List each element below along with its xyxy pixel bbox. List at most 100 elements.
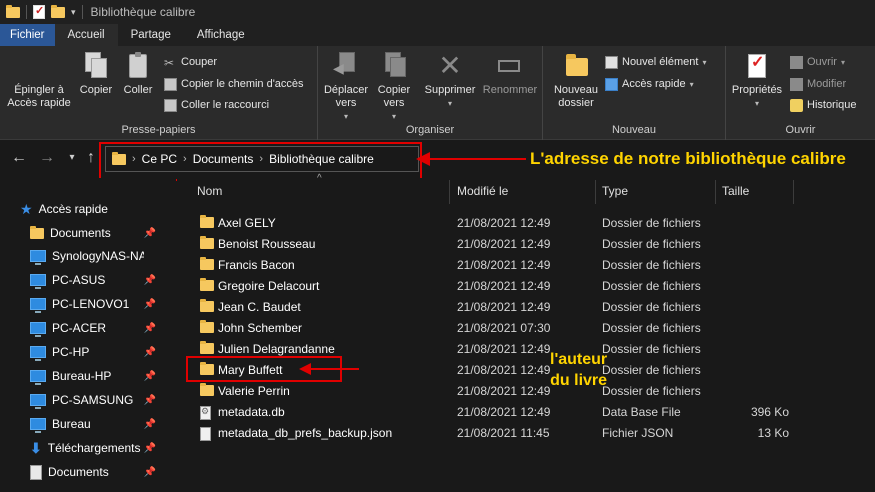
sidebar-item-bureau-hp[interactable]: Bureau-HP 📌 — [30, 365, 162, 387]
sidebar-item-pc-acer[interactable]: PC-ACER 📌 — [30, 317, 162, 339]
table-row[interactable]: Gregoire Delacourt 21/08/2021 12:49 Doss… — [177, 275, 875, 296]
tab-partage[interactable]: Partage — [118, 24, 184, 46]
forward-arrow-icon[interactable]: → — [38, 149, 56, 167]
table-row[interactable]: Benoist Rousseau 21/08/2021 12:49 Dossie… — [177, 233, 875, 254]
folder-icon — [200, 257, 214, 270]
sidebar-item-pc-hp[interactable]: PC-HP 📌 — [30, 341, 162, 363]
sidebar-item-documents[interactable]: Documents 📌 — [30, 222, 162, 244]
copy-to-icon — [381, 52, 407, 80]
file-type: Fichier JSON — [602, 426, 674, 440]
up-arrow-icon[interactable]: ↑ — [82, 149, 100, 167]
sidebar-item-telechargements[interactable]: ⬇ Téléchargements 📌 — [30, 437, 162, 459]
sidebar-item-pc-samsung[interactable]: PC-SAMSUNG 📌 — [30, 389, 162, 411]
file-size: 13 Ko — [757, 426, 789, 440]
chevron-down-icon: ▾ — [702, 57, 707, 67]
move-to-button[interactable]: ◀ Déplacer vers ▾ — [322, 52, 370, 123]
open-button[interactable]: Ouvrir ▾ — [790, 53, 845, 71]
open-icon — [790, 55, 803, 69]
table-row[interactable]: John Schember 21/08/2021 07:30 Dossier d… — [177, 317, 875, 338]
column-header-type[interactable]: Type — [602, 184, 628, 198]
column-divider[interactable] — [595, 180, 596, 204]
sidebar-item-documents-2[interactable]: Documents 📌 — [30, 461, 162, 483]
sidebar-item-label: PC-ASUS — [52, 273, 106, 287]
new-item-label: Nouvel élément — [622, 56, 699, 68]
file-name: metadata.db — [218, 405, 285, 419]
rename-button[interactable]: Renommer — [480, 52, 540, 97]
properties-button[interactable]: Propriétés ▾ — [728, 52, 786, 110]
group-label: Organiser — [405, 124, 455, 136]
file-type: Dossier de fichiers — [602, 342, 701, 356]
column-divider[interactable] — [715, 180, 716, 204]
tab-accueil[interactable]: Accueil — [54, 24, 118, 46]
paste-shortcut-button[interactable]: Coller le raccourci — [164, 96, 269, 114]
copy-button[interactable]: Copier — [76, 52, 116, 97]
sidebar-item-label: Documents — [48, 465, 109, 479]
scissors-icon: ✂ — [164, 55, 175, 70]
sidebar-item-pc-lenovo1[interactable]: PC-LENOVO1 📌 — [30, 293, 162, 315]
move-to-icon: ◀ — [333, 52, 359, 80]
download-icon: ⬇ — [30, 439, 42, 456]
column-divider[interactable] — [449, 180, 450, 204]
delete-button[interactable]: ✕ Supprimer ▾ — [420, 52, 480, 110]
table-row[interactable]: Valerie Perrin 21/08/2021 12:49 Dossier … — [177, 380, 875, 401]
file-type: Dossier de fichiers — [602, 258, 701, 272]
title-bar: ▾ Bibliothèque calibre — [0, 0, 875, 24]
sidebar-scrollbar[interactable] — [162, 178, 176, 492]
file-name: John Schember — [218, 321, 303, 335]
chevron-down-icon: ▾ — [689, 79, 694, 89]
clipboard-icon — [125, 52, 151, 80]
sidebar-item-label: PC-LENOVO1 — [52, 297, 130, 311]
tab-fichier[interactable]: Fichier — [0, 24, 55, 46]
new-folder-button[interactable]: Nouveau dossier — [549, 52, 603, 110]
sidebar-item-label: Bureau — [52, 417, 91, 431]
pin-icon: 📌 — [143, 418, 156, 430]
easy-access-button[interactable]: Accès rapide ▾ — [605, 75, 694, 93]
back-arrow-icon[interactable]: ← — [10, 149, 28, 167]
cut-button[interactable]: ✂ Couper — [164, 53, 217, 71]
tab-affichage[interactable]: Affichage — [184, 24, 258, 46]
folder-icon — [200, 299, 214, 312]
table-row[interactable]: Jean C. Baudet 21/08/2021 12:49 Dossier … — [177, 296, 875, 317]
properties-quick-icon[interactable] — [33, 4, 45, 19]
sidebar-item-pc-asus[interactable]: PC-ASUS 📌 — [30, 269, 162, 291]
sidebar-item-synologynas[interactable]: SynologyNAS-NAS — [30, 245, 162, 267]
new-item-button[interactable]: Nouvel élément ▾ — [605, 53, 706, 71]
pin-icon: 📌 — [143, 346, 156, 358]
column-divider[interactable] — [793, 180, 794, 204]
navigation-pane: ★ Accès rapide Documents 📌 SynologyNAS-N… — [0, 178, 162, 492]
copy-to-button[interactable]: Copier vers ▾ — [370, 52, 418, 123]
folder-icon — [200, 278, 214, 291]
file-type: Data Base File — [602, 405, 681, 419]
history-button[interactable]: Historique — [790, 96, 857, 114]
quick-access-dropdown-icon[interactable]: ▾ — [71, 7, 76, 18]
folder-icon — [6, 4, 20, 18]
group-presse-papiers: Épingler à Accès rapide Copier Coller ✂ … — [0, 46, 318, 140]
edit-button[interactable]: Modifier — [790, 75, 846, 93]
folder-icon — [200, 341, 214, 354]
sidebar-item-label: PC-ACER — [52, 321, 107, 335]
easy-access-icon — [605, 77, 618, 91]
table-row[interactable]: metadata.db 21/08/2021 12:49 Data Base F… — [177, 401, 875, 422]
pin-icon: 📌 — [143, 370, 156, 382]
recent-locations-chevron-icon[interactable]: ▾ — [63, 152, 81, 163]
column-header-size[interactable]: Taille — [722, 184, 749, 198]
history-label: Historique — [807, 99, 857, 111]
sidebar-item-label: Accès rapide — [38, 202, 108, 216]
column-header-modified[interactable]: Modifié le — [457, 184, 508, 198]
table-row[interactable]: Axel GELY 21/08/2021 12:49 Dossier de fi… — [177, 212, 875, 233]
monitor-icon — [30, 274, 46, 289]
new-folder-quick-icon[interactable] — [51, 4, 65, 18]
author-annotation-line1: l'auteur — [550, 351, 608, 368]
edit-icon — [790, 77, 803, 91]
table-row[interactable]: metadata_db_prefs_backup.json 21/08/2021… — [177, 422, 875, 443]
table-row[interactable]: Francis Bacon 21/08/2021 12:49 Dossier d… — [177, 254, 875, 275]
column-header-name[interactable]: Nom — [197, 184, 222, 198]
file-type: Dossier de fichiers — [602, 237, 701, 251]
copy-path-button[interactable]: Copier le chemin d'accès — [164, 75, 304, 93]
file-modified: 21/08/2021 12:49 — [457, 405, 551, 419]
paste-button[interactable]: Coller — [118, 52, 158, 97]
sidebar-item-acces-rapide[interactable]: ★ Accès rapide — [20, 198, 152, 220]
pin-quick-access-button[interactable]: Épingler à Accès rapide — [6, 52, 72, 110]
sidebar-item-bureau[interactable]: Bureau 📌 — [30, 413, 162, 435]
sort-ascending-icon: ^ — [317, 173, 322, 184]
